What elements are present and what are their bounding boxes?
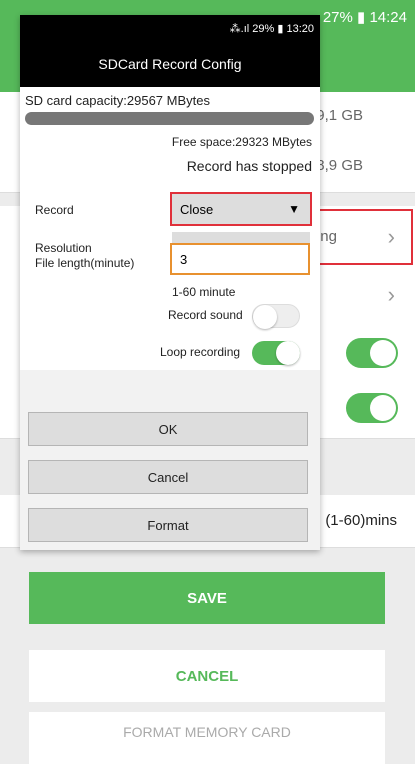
cancel-button[interactable]: CANCEL: [29, 650, 385, 702]
chevron-right-icon: ›: [387, 282, 395, 307]
dialog-cancel-button[interactable]: Cancel: [28, 460, 308, 494]
dialog-title: SDCard Record Config: [20, 41, 320, 87]
record-label: Record: [35, 203, 74, 217]
resolution-label: Resolution: [35, 241, 92, 255]
record-select-value: Close: [180, 201, 214, 217]
dialog-status-text: ⁂.ıl 29% ▮ 13:20: [229, 23, 314, 35]
file-length-label-text: File length(minute): [35, 256, 135, 270]
format-button[interactable]: Format: [28, 508, 308, 542]
file-length-unit: (1-60)mins: [325, 512, 397, 529]
ok-button[interactable]: OK: [28, 412, 308, 446]
record-state-text: Record has stopped: [186, 158, 312, 174]
dropdown-arrow-icon: ▼: [288, 202, 300, 216]
recording-highlight-box: [305, 209, 413, 265]
toggle-knob: [370, 395, 396, 421]
format-memory-card-button[interactable]: FORMAT MEMORY CARD: [29, 712, 385, 764]
sound-toggle[interactable]: [346, 338, 398, 368]
toggle-knob: [253, 305, 277, 329]
toggle-knob: [276, 341, 300, 365]
save-button[interactable]: SAVE: [29, 572, 385, 624]
file-length-input[interactable]: 3: [170, 243, 310, 275]
file-length-hint: 1-60 minute: [172, 285, 236, 299]
record-sound-toggle[interactable]: [252, 304, 300, 329]
background-status-text: 27% ▮ 14:24: [322, 9, 407, 26]
loop-recording-label: Loop recording: [160, 345, 241, 359]
sd-capacity-text: SD card capacity:29567 MBytes: [25, 93, 210, 108]
toggle-knob: [370, 340, 396, 366]
record-select[interactable]: Close ▼: [172, 194, 310, 224]
loop-recording-toggle[interactable]: [252, 341, 300, 365]
dialog-status-bar: ⁂.ıl 29% ▮ 13:20: [20, 15, 320, 41]
sdcard-config-dialog: ⁂.ıl 29% ▮ 13:20 SDCard Record Config SD…: [20, 15, 320, 550]
free-space-text: Free space:29323 MBytes: [171, 135, 312, 149]
capacity-progress-bar: [25, 112, 314, 125]
record-sound-label: Record sound: [168, 308, 243, 322]
loop-toggle[interactable]: [346, 393, 398, 423]
